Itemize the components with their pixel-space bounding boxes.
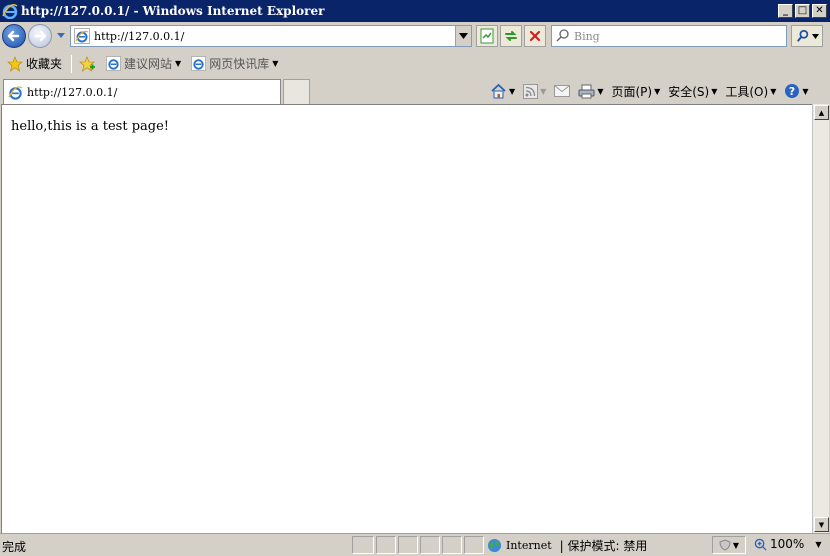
page-menu-label: 页面(P) — [611, 84, 653, 99]
mail-icon — [554, 85, 571, 97]
tools-menu-label: 工具(O) — [725, 84, 769, 99]
search-icon — [556, 29, 569, 42]
search-button[interactable] — [791, 25, 823, 47]
status-panel — [398, 536, 418, 554]
window-title: http://127.0.0.1/ - Windows Internet Exp… — [21, 4, 325, 18]
chevron-down-icon[interactable]: ▼ — [540, 87, 546, 96]
close-button[interactable]: ✕ — [812, 4, 827, 18]
zoom-icon — [754, 538, 767, 551]
search-placeholder: Bing — [574, 29, 600, 43]
zoom-level: 100% — [770, 537, 805, 551]
back-arrow-icon — [7, 30, 20, 42]
status-panel — [464, 536, 484, 554]
shield-icon — [719, 539, 731, 551]
status-panel — [352, 536, 374, 554]
maximize-button[interactable]: □ — [795, 4, 810, 18]
favorites-bar: 收藏夹 建议网站 ▼ 网页快讯库 ▼ — [0, 50, 830, 77]
star-icon — [7, 55, 23, 72]
status-panel — [420, 536, 440, 554]
status-panel — [442, 536, 462, 554]
navigation-bar: http://127.0.0.1/ Bing — [0, 22, 830, 50]
forward-button[interactable] — [28, 24, 52, 48]
refresh-icon — [505, 31, 517, 41]
vertical-scrollbar[interactable]: ▲ ▼ — [812, 104, 829, 533]
chevron-down-icon: ▼ — [815, 539, 822, 549]
status-bar: 完成 Internet | 保护模式: 禁用 ▼ 100% ▼ — [0, 533, 830, 556]
divider — [71, 54, 73, 73]
zone-label: Internet — [506, 539, 552, 552]
add-favorites-icon — [79, 55, 96, 72]
feeds-icon — [523, 83, 539, 99]
safety-menu-label: 安全(S) — [668, 84, 710, 99]
chevron-down-icon: ▼ — [732, 540, 740, 550]
chevron-down-icon: ▼ — [175, 59, 182, 68]
tools-menu[interactable]: 工具(O) ▼ — [725, 83, 776, 100]
tab-title: http://127.0.0.1/ — [27, 85, 118, 99]
search-input[interactable]: Bing — [551, 25, 787, 47]
chevron-down-icon — [811, 33, 819, 39]
ie-logo-icon — [8, 85, 23, 100]
favorites-button[interactable]: 收藏夹 — [4, 53, 65, 75]
favorites-item-suggested-sites[interactable]: 建议网站 ▼ — [103, 53, 184, 75]
ie-logo-icon — [191, 56, 207, 71]
stop-icon — [529, 30, 541, 42]
chevron-down-icon: ▼ — [711, 86, 718, 96]
page-menu[interactable]: 页面(P) ▼ — [611, 83, 660, 100]
search-icon — [796, 29, 808, 42]
svg-text:?: ? — [789, 85, 795, 98]
print-icon — [578, 84, 595, 98]
status-text: 完成 — [2, 540, 27, 554]
home-button[interactable]: ▼ — [490, 83, 515, 99]
favorites-item-label: 网页快讯库 — [209, 57, 270, 71]
address-dropdown[interactable] — [455, 26, 471, 46]
tab-bar: http://127.0.0.1/ ▼ ▼ ▼ 页面(P) ▼ 安全(S) ▼ … — [0, 77, 830, 104]
minimize-button[interactable]: _ — [778, 4, 793, 18]
home-icon — [491, 83, 506, 99]
scroll-down-arrow[interactable]: ▼ — [814, 517, 829, 532]
scroll-up-arrow[interactable]: ▲ — [814, 105, 829, 120]
refresh-button[interactable] — [500, 25, 522, 47]
protected-mode-status: | 保护模式: 禁用 — [559, 539, 648, 553]
help-icon: ? — [785, 84, 800, 98]
favorites-label: 收藏夹 — [26, 57, 63, 71]
favorites-item-label: 建议网站 — [124, 57, 173, 71]
chevron-down-icon: ▼ — [272, 59, 279, 68]
chevron-down-icon: ▼ — [802, 86, 809, 96]
ie-logo-icon — [2, 4, 18, 19]
chevron-down-icon: ▼ — [770, 86, 777, 96]
ie-logo-icon — [74, 28, 90, 44]
add-to-favorites-bar-button[interactable] — [76, 53, 99, 75]
chevron-down-icon[interactable]: ▼ — [509, 87, 515, 96]
chevron-down-icon — [459, 33, 468, 39]
recent-pages-dropdown[interactable] — [56, 30, 66, 40]
new-tab-button[interactable] — [283, 79, 310, 104]
security-zone[interactable]: Internet | 保护模式: 禁用 — [487, 537, 647, 554]
address-text[interactable]: http://127.0.0.1/ — [94, 30, 455, 43]
chevron-down-icon: ▼ — [654, 86, 661, 96]
compatibility-icon — [480, 28, 494, 44]
favorites-item-web-slice-gallery[interactable]: 网页快讯库 ▼ — [188, 53, 281, 75]
safety-menu[interactable]: 安全(S) ▼ — [668, 83, 717, 100]
ie-logo-icon — [106, 56, 122, 71]
compatibility-view-button[interactable] — [476, 25, 498, 47]
print-button[interactable]: ▼ — [578, 84, 603, 99]
status-panel — [376, 536, 396, 554]
title-bar: http://127.0.0.1/ - Windows Internet Exp… — [0, 0, 830, 22]
command-bar: ▼ ▼ ▼ 页面(P) ▼ 安全(S) ▼ 工具(O) ▼ ? ▼ — [490, 81, 817, 101]
tab-current[interactable]: http://127.0.0.1/ — [3, 79, 281, 104]
help-menu[interactable]: ? ▼ — [784, 83, 809, 99]
back-button[interactable] — [2, 24, 26, 48]
globe-icon — [487, 538, 502, 553]
forward-arrow-icon — [34, 30, 47, 42]
address-bar[interactable]: http://127.0.0.1/ — [70, 25, 472, 47]
read-mail-button[interactable] — [554, 85, 571, 97]
stop-button[interactable] — [524, 25, 546, 47]
feeds-button[interactable]: ▼ — [523, 83, 546, 99]
popup-blocker-button[interactable]: ▼ — [712, 536, 746, 554]
page-text: hello,this is a test page! — [11, 119, 169, 134]
chevron-down-icon[interactable]: ▼ — [597, 87, 603, 96]
zoom-control[interactable]: 100% ▼ — [754, 537, 821, 551]
page-content[interactable]: hello,this is a test page! — [1, 104, 812, 533]
